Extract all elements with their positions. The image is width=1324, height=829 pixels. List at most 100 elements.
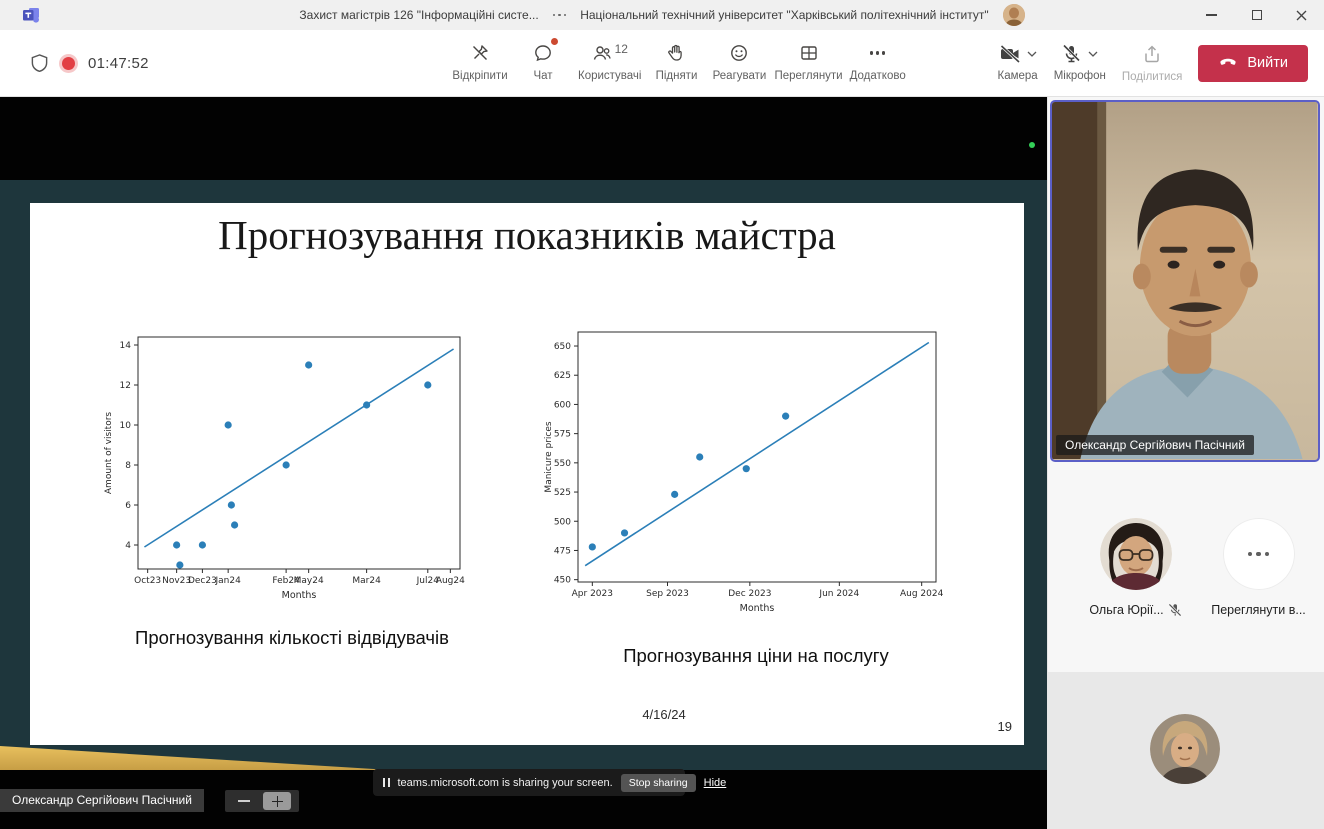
speaker-video: [1052, 102, 1317, 459]
meeting-timer: 01:47:52: [88, 54, 149, 72]
participant-olha[interactable]: Ольга Юрії...: [1078, 518, 1193, 617]
svg-text:Nov23: Nov23: [162, 576, 191, 586]
overflow-avatar: [1222, 518, 1295, 590]
svg-text:Oct23: Oct23: [134, 576, 161, 586]
slide-page-number: 19: [997, 719, 1012, 734]
zoom-in-button[interactable]: [263, 792, 291, 810]
chat-icon: [533, 38, 558, 63]
titlebar-more-icon[interactable]: [552, 13, 567, 17]
camera-chevron-down-icon[interactable]: [1027, 51, 1037, 57]
svg-text:Sep 2023: Sep 2023: [646, 589, 689, 599]
mic-off-icon: [1168, 603, 1182, 617]
org-title: Національний технічний університет "Харк…: [580, 8, 989, 22]
participant-overflow[interactable]: Переглянути в...: [1196, 518, 1321, 617]
close-button[interactable]: [1279, 0, 1324, 30]
chart-caption-left: Прогнозування кількості відвідувачів: [135, 627, 449, 648]
shield-icon: [31, 53, 48, 72]
stop-sharing-button[interactable]: Stop sharing: [620, 773, 696, 792]
share-toast-text: teams.microsoft.com is sharing your scre…: [397, 776, 613, 789]
presentation-slide: Прогнозування показників майстра 4 6 8 10 12…: [0, 180, 1047, 770]
window-controls: [1189, 0, 1324, 30]
svg-text:500: 500: [554, 517, 571, 527]
presenter-name-label: Олександр Сергійович Пасічний: [0, 789, 204, 812]
chat-notification-badge: [551, 38, 558, 45]
mic-control[interactable]: Мікрофон: [1054, 44, 1106, 82]
svg-text:Apr 2023: Apr 2023: [572, 589, 613, 599]
share-icon: [1145, 45, 1159, 62]
unpin-label: Відкріпити: [452, 70, 508, 82]
participant-video-small[interactable]: [1150, 714, 1220, 784]
prices-chart: 450 475 500 525 550 575 600 625 650 Apr 2023 Sep 2…: [544, 331, 944, 614]
svg-text:10: 10: [120, 421, 132, 431]
people-button[interactable]: 12 Користувачі: [578, 41, 641, 82]
minimize-icon: [1206, 14, 1217, 16]
leave-label: Вийти: [1247, 55, 1288, 71]
raise-hand-icon: [666, 41, 686, 63]
svg-text:Aug24: Aug24: [436, 576, 465, 586]
view-label: Переглянути: [774, 70, 843, 82]
svg-text:525: 525: [554, 488, 571, 498]
people-count: 12: [614, 42, 628, 56]
pause-icon[interactable]: [383, 778, 390, 787]
titlebar: Захист магістрів 126 "Інформаційні систе…: [0, 0, 1324, 30]
svg-text:650: 650: [554, 342, 571, 352]
svg-text:Mar24: Mar24: [352, 576, 381, 586]
camera-control[interactable]: Камера: [998, 44, 1038, 82]
meeting-title: Захист магістрів 126 "Інформаційні систе…: [299, 8, 539, 22]
more-label: Додатково: [849, 70, 906, 82]
minimize-button[interactable]: [1189, 0, 1234, 30]
slide-content: Прогнозування показників майстра 4 6 8 10 12…: [30, 203, 1024, 745]
participant-avatar: [1099, 518, 1172, 590]
smiley-icon: [729, 41, 749, 63]
chat-label: Чат: [533, 70, 553, 82]
mic-off-icon: [1063, 44, 1081, 63]
svg-text:Dec23: Dec23: [188, 576, 217, 586]
svg-text:14: 14: [120, 341, 132, 351]
mic-label: Мікрофон: [1053, 70, 1106, 82]
close-icon: [1296, 10, 1307, 20]
zoom-out-icon: [238, 800, 250, 802]
hide-toast-link[interactable]: Hide: [704, 777, 727, 789]
screen-share-indicator-dot: [1029, 142, 1035, 148]
maximize-button[interactable]: [1234, 0, 1279, 30]
raise-hand-label: Підняти: [655, 70, 698, 82]
more-button[interactable]: Додатково: [850, 41, 906, 82]
slide-date: 4/16/24: [642, 707, 686, 722]
grid-view-icon: [799, 41, 819, 63]
view-button[interactable]: Переглянути: [774, 41, 843, 82]
camera-off-icon: [1000, 44, 1020, 64]
leave-button[interactable]: Вийти: [1198, 44, 1308, 82]
mic-chevron-down-icon[interactable]: [1088, 51, 1098, 57]
speaker-video-tile[interactable]: Олександр Сергійович Пасічний: [1050, 100, 1320, 462]
shared-screen-stage: Прогнозування показників майстра 4 6 8 10 12…: [0, 97, 1047, 829]
participant-name: Переглянути в...: [1211, 603, 1306, 617]
react-button[interactable]: Реагувати: [711, 41, 767, 82]
participant-video-image: [1150, 714, 1220, 784]
zoom-out-button[interactable]: [233, 792, 255, 810]
svg-text:575: 575: [554, 430, 571, 440]
svg-text:Jun 2024: Jun 2024: [818, 589, 859, 599]
zoom-in-icon: [271, 795, 283, 807]
svg-text:625: 625: [554, 371, 571, 381]
titlebar-avatar[interactable]: [1002, 4, 1025, 26]
raise-hand-button[interactable]: Підняти: [648, 41, 704, 82]
svg-text:Jan24: Jan24: [214, 576, 241, 586]
svg-text:12: 12: [120, 381, 131, 391]
titlebar-titles: Захист магістрів 126 "Інформаційні систе…: [0, 0, 1324, 30]
chat-button[interactable]: Чат: [515, 38, 571, 82]
share-button[interactable]: Поділитися: [1122, 44, 1182, 83]
speaker-name-label: Олександр Сергійович Пасічний: [1056, 435, 1254, 455]
react-label: Реагувати: [712, 70, 767, 82]
slide-title: Прогнозування показників майстра: [218, 212, 836, 258]
svg-text:475: 475: [554, 546, 571, 556]
svg-text:May24: May24: [294, 576, 324, 586]
people-label: Користувачі: [578, 70, 642, 82]
avatar-image: [1002, 4, 1025, 26]
record-icon: [62, 56, 75, 70]
toolbar-right-buttons: Камера Мікрофон Поділитися Вийти: [998, 30, 1308, 96]
teams-meeting-window: Захист магістрів 126 "Інформаційні систе…: [0, 0, 1324, 829]
svg-text:8: 8: [125, 461, 131, 471]
unpin-button[interactable]: Відкріпити: [452, 41, 508, 82]
toolbar-center-buttons: Відкріпити Чат 12 Користувачі Підняти Ре…: [452, 30, 906, 96]
panel-bottom-section: [1048, 672, 1324, 829]
